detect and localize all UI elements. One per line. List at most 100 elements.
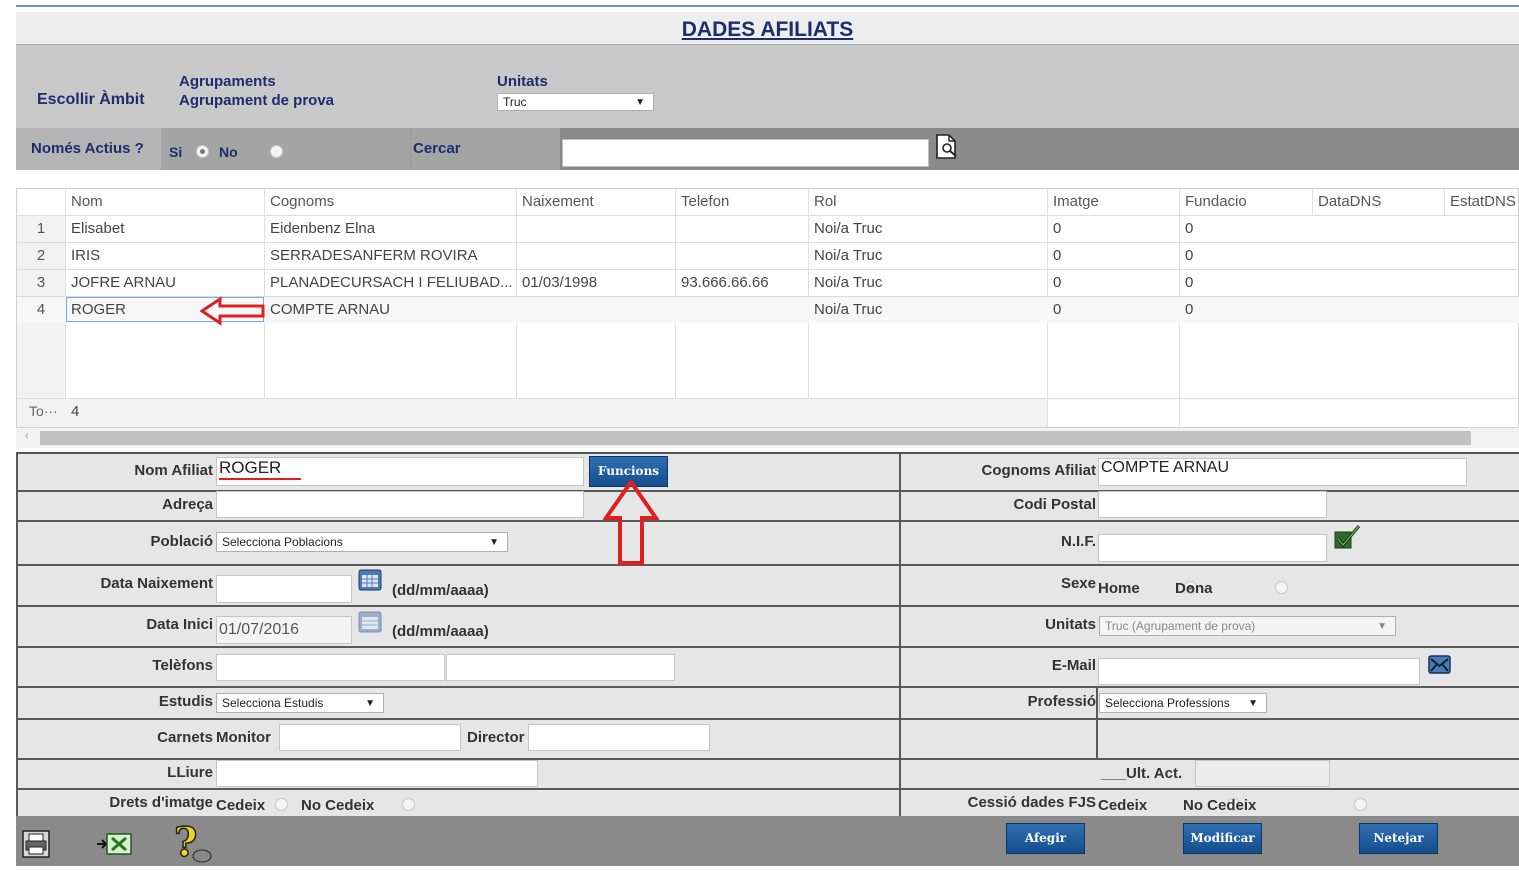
help-icon[interactable]: ? bbox=[172, 818, 216, 867]
header-nom[interactable]: Nom bbox=[71, 189, 103, 215]
header-fundacio[interactable]: Fundacio bbox=[1185, 189, 1247, 215]
chevron-down-icon: ▼ bbox=[365, 698, 375, 709]
cercar-input[interactable] bbox=[562, 139, 929, 167]
annotation-underline bbox=[219, 478, 301, 480]
annotation-arrow-up-icon bbox=[603, 480, 659, 565]
table-row[interactable]: 3 JOFRE ARNAU PLANADECURSACH I FELIUBAD.… bbox=[17, 270, 1519, 296]
drets-cedeix-radio[interactable] bbox=[275, 797, 288, 811]
poblacio-label: Població bbox=[150, 533, 213, 550]
totals-label: To··· bbox=[29, 403, 58, 419]
cessio-no-cedeix-label: No Cedeix bbox=[1183, 797, 1257, 814]
scroll-left-icon[interactable]: ‹ bbox=[25, 430, 29, 442]
unitats-select[interactable]: Truc ▼ bbox=[497, 93, 654, 111]
page-title: DADES AFILIATS bbox=[681, 18, 854, 41]
modificar-button[interactable]: Modificar bbox=[1183, 823, 1262, 854]
poblacio-select[interactable]: Selecciona Poblacions ▼ bbox=[216, 532, 508, 552]
mail-icon[interactable] bbox=[1427, 654, 1453, 676]
cognoms-afiliat-input[interactable]: COMPTE ARNAU bbox=[1098, 458, 1467, 486]
estudis-label: Estudis bbox=[158, 693, 213, 710]
escollir-ambit-label: Escollir Àmbit bbox=[37, 91, 145, 108]
row-number: 4 bbox=[36, 301, 46, 318]
scrollbar-thumb[interactable] bbox=[40, 431, 1471, 445]
email-input[interactable] bbox=[1098, 658, 1420, 685]
nif-label: N.I.F. bbox=[1060, 533, 1096, 550]
chevron-down-icon: ▼ bbox=[1248, 698, 1258, 709]
annotation-arrow-left-icon bbox=[200, 296, 265, 326]
nomes-actius-label: Només Actius ? bbox=[31, 140, 144, 157]
actius-cell: Només Actius ? bbox=[16, 128, 161, 170]
header-datadns[interactable]: DataDNS bbox=[1318, 189, 1381, 215]
header-telefon[interactable]: Telefon bbox=[681, 189, 729, 215]
director-label: Director bbox=[467, 729, 525, 746]
ult-act-label: ___Ult. Act. bbox=[1101, 765, 1183, 782]
unitats-form-select[interactable]: Truc (Agrupament de prova) ▼ bbox=[1099, 616, 1396, 636]
unitats-select-value: Truc bbox=[503, 95, 527, 109]
cell-nom: IRIS bbox=[71, 247, 101, 264]
search-document-icon[interactable] bbox=[934, 133, 960, 161]
calendar-icon bbox=[358, 610, 384, 634]
data-naixement-input[interactable] bbox=[216, 575, 352, 603]
no-label: No bbox=[219, 144, 238, 160]
horizontal-scrollbar[interactable]: ‹ bbox=[16, 428, 1519, 448]
header-estatdns[interactable]: EstatDNS bbox=[1450, 189, 1516, 215]
date-format-hint: (dd/mm/aaaa) bbox=[392, 623, 489, 640]
nom-afiliat-input[interactable]: ROGER bbox=[216, 457, 584, 486]
cessio-no-cedeix-radio[interactable] bbox=[1353, 797, 1367, 811]
form-divider bbox=[1096, 688, 1098, 760]
professio-label: Professió bbox=[1027, 693, 1096, 710]
adreca-input[interactable] bbox=[216, 491, 584, 518]
sexe-dona-radio[interactable] bbox=[1274, 580, 1288, 594]
sexe-label: Sexe bbox=[1060, 575, 1096, 592]
data-inici-input[interactable]: 01/07/2016 bbox=[216, 616, 352, 644]
cell-fundacio: 0 bbox=[1185, 301, 1194, 318]
cell-cognoms: Eidenbenz Elna bbox=[270, 220, 376, 237]
cell-rol: Noi/a Truc bbox=[814, 220, 883, 237]
telefon2-input[interactable] bbox=[446, 654, 675, 681]
no-radio[interactable] bbox=[270, 144, 284, 158]
page-title-bar: DADES AFILIATS bbox=[16, 12, 1519, 44]
col-divider bbox=[1444, 189, 1445, 215]
actius-radio-cell: Si No bbox=[161, 128, 410, 170]
telefon1-input[interactable] bbox=[216, 654, 445, 681]
estudis-select[interactable]: Selecciona Estudis ▼ bbox=[216, 693, 384, 713]
calendar-icon[interactable] bbox=[358, 568, 384, 592]
cercar-cell: Cercar bbox=[410, 128, 560, 170]
totals-value: 4 bbox=[71, 403, 80, 420]
cell-telefon: 93.666.66.66 bbox=[681, 274, 769, 291]
monitor-input[interactable] bbox=[279, 724, 461, 751]
unitats-form-label: Unitats bbox=[1045, 616, 1096, 633]
cell-cognoms: COMPTE ARNAU bbox=[270, 301, 391, 318]
si-radio[interactable] bbox=[196, 144, 209, 158]
header-cognoms[interactable]: Cognoms bbox=[270, 189, 334, 215]
cercar-label: Cercar bbox=[413, 140, 461, 157]
unitats-form-select-value: Truc (Agrupament de prova) bbox=[1105, 619, 1256, 633]
codi-postal-input[interactable] bbox=[1098, 491, 1327, 518]
nif-input[interactable] bbox=[1098, 534, 1327, 562]
no-cedeix-label: No Cedeix bbox=[301, 797, 375, 814]
afegir-button[interactable]: Afegir bbox=[1006, 823, 1085, 854]
drets-no-cedeix-radio[interactable] bbox=[402, 797, 416, 811]
agrupament-value[interactable]: Agrupament de prova bbox=[179, 92, 334, 109]
lliure-input[interactable] bbox=[216, 760, 538, 787]
table-row[interactable]: 1 Elisabet Eidenbenz Elna Noi/a Truc 0 0 bbox=[17, 216, 1519, 242]
export-excel-icon[interactable] bbox=[95, 830, 135, 858]
agrupaments-label: Agrupaments bbox=[179, 73, 276, 90]
table-row[interactable]: 2 IRIS SERRADESANFERM ROVIRA Noi/a Truc … bbox=[17, 243, 1519, 269]
dona-label: Dona bbox=[1175, 580, 1213, 597]
chevron-down-icon: ▼ bbox=[1377, 621, 1387, 632]
data-inici-label: Data Inici bbox=[146, 616, 213, 633]
header-naixement[interactable]: Naixement bbox=[522, 189, 594, 215]
professio-select[interactable]: Selecciona Professions ▼ bbox=[1099, 693, 1267, 713]
cell-cognoms: SERRADESANFERM ROVIRA bbox=[270, 247, 478, 264]
netejar-button[interactable]: Netejar bbox=[1359, 823, 1438, 854]
poblacio-select-value: Selecciona Poblacions bbox=[222, 535, 343, 549]
print-icon[interactable] bbox=[22, 830, 50, 858]
cell-imatge: 0 bbox=[1053, 247, 1062, 264]
top-border bbox=[16, 5, 1519, 7]
chevron-down-icon: ▼ bbox=[489, 537, 499, 548]
cedeix-label: Cedeix bbox=[216, 797, 266, 814]
header-imatge[interactable]: Imatge bbox=[1053, 189, 1099, 215]
director-input[interactable] bbox=[528, 724, 710, 751]
validate-check-icon[interactable] bbox=[1333, 524, 1363, 552]
header-rol[interactable]: Rol bbox=[814, 189, 837, 215]
